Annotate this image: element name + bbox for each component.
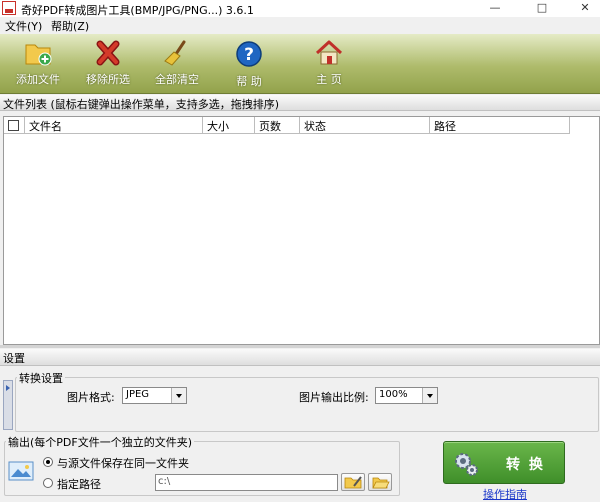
- image-folder-icon: [8, 461, 34, 481]
- file-list-caption: 文件列表 (鼠标右键弹出操作菜单，支持多选，拖拽排序): [3, 98, 280, 111]
- splitter[interactable]: [0, 345, 600, 348]
- chevron-down-icon: [171, 388, 186, 403]
- column-select-all[interactable]: [4, 117, 25, 134]
- image-format-select[interactable]: JPEG: [122, 387, 187, 404]
- help-icon: ?: [236, 41, 262, 67]
- column-status-label: 状态: [304, 120, 326, 133]
- image-format-label: 图片格式:: [67, 391, 115, 404]
- home-icon: [315, 40, 343, 65]
- settings-caption: 设置: [3, 352, 25, 365]
- add-file-label: 添加文件: [16, 73, 60, 86]
- custom-path-radio[interactable]: [43, 478, 53, 488]
- column-header-size[interactable]: 大小: [203, 117, 255, 134]
- file-list[interactable]: 文件名 大小 页数 状态 路径: [3, 116, 600, 345]
- clear-all-button[interactable]: 全部清空: [142, 40, 212, 92]
- output-ratio-select[interactable]: 100%: [375, 387, 438, 404]
- file-list-caption-bar: 文件列表 (鼠标右键弹出操作菜单，支持多选，拖拽排序): [0, 95, 600, 111]
- column-header-status[interactable]: 状态: [300, 117, 430, 134]
- guide-link[interactable]: 操作指南: [483, 486, 527, 502]
- output-path-value: c:\: [158, 476, 171, 487]
- home-button[interactable]: 主 页: [294, 40, 364, 92]
- close-button[interactable]: ✕: [570, 0, 600, 17]
- home-label: 主 页: [316, 73, 342, 86]
- maximize-button[interactable]: □: [527, 0, 557, 17]
- gears-icon: [455, 453, 478, 476]
- chevron-down-icon: [422, 388, 437, 403]
- column-header-filename[interactable]: 文件名: [25, 117, 203, 134]
- toolbar: 添加文件 移除所选 全部清空 ? 帮 助 主 页: [0, 34, 600, 94]
- menu-help[interactable]: 帮助(Z): [49, 18, 91, 34]
- conversion-settings-title: 转换设置: [17, 370, 65, 386]
- panel-collapse-tab[interactable]: [3, 380, 13, 430]
- select-all-checkbox[interactable]: [8, 120, 19, 131]
- same-folder-label[interactable]: 与源文件保存在同一文件夹: [57, 455, 189, 471]
- menu-bar: 文件(Y) 帮助(Z): [0, 17, 600, 34]
- output-path-input[interactable]: c:\: [155, 474, 338, 491]
- custom-path-label[interactable]: 指定路径: [57, 476, 101, 492]
- output-group-title: 输出(每个PDF文件一个独立的文件夹): [6, 434, 195, 450]
- convert-label: 转 换: [506, 457, 545, 473]
- column-header-path[interactable]: 路径: [430, 117, 570, 134]
- image-format-value: JPEG: [126, 389, 150, 400]
- menu-file[interactable]: 文件(Y): [3, 18, 44, 34]
- add-folder-icon: [25, 44, 52, 66]
- open-folder-icon: [372, 477, 390, 489]
- remove-selected-button[interactable]: 移除所选: [73, 40, 143, 92]
- broom-icon: [164, 40, 186, 66]
- window-title: 奇好PDF转成图片工具(BMP/JPG/PNG...) 3.6.1: [21, 4, 254, 17]
- help-button[interactable]: ? 帮 助: [214, 40, 284, 92]
- minimize-button[interactable]: —: [480, 0, 510, 17]
- open-folder-button[interactable]: [368, 473, 392, 491]
- column-pages-label: 页数: [259, 120, 281, 133]
- pdf-app-icon: [2, 1, 16, 15]
- convert-button[interactable]: 转 换: [443, 441, 565, 484]
- remove-selected-label: 移除所选: [86, 73, 130, 86]
- add-file-button[interactable]: 添加文件: [3, 40, 73, 92]
- column-filename-label: 文件名: [29, 120, 62, 133]
- title-bar: 奇好PDF转成图片工具(BMP/JPG/PNG...) 3.6.1 — □ ✕: [0, 0, 600, 17]
- clear-all-label: 全部清空: [155, 73, 199, 86]
- help-label: 帮 助: [236, 75, 262, 88]
- browse-path-button[interactable]: [341, 473, 365, 491]
- same-folder-radio[interactable]: [43, 457, 53, 467]
- folder-edit-icon: [344, 476, 362, 489]
- column-size-label: 大小: [207, 120, 229, 133]
- output-ratio-value: 100%: [379, 389, 408, 400]
- remove-x-icon: [96, 40, 120, 66]
- column-header-pages[interactable]: 页数: [255, 117, 300, 134]
- svg-text:?: ?: [244, 45, 254, 65]
- output-ratio-label: 图片输出比例:: [299, 391, 369, 404]
- settings-caption-bar: 设置: [0, 349, 600, 366]
- column-path-label: 路径: [434, 120, 456, 133]
